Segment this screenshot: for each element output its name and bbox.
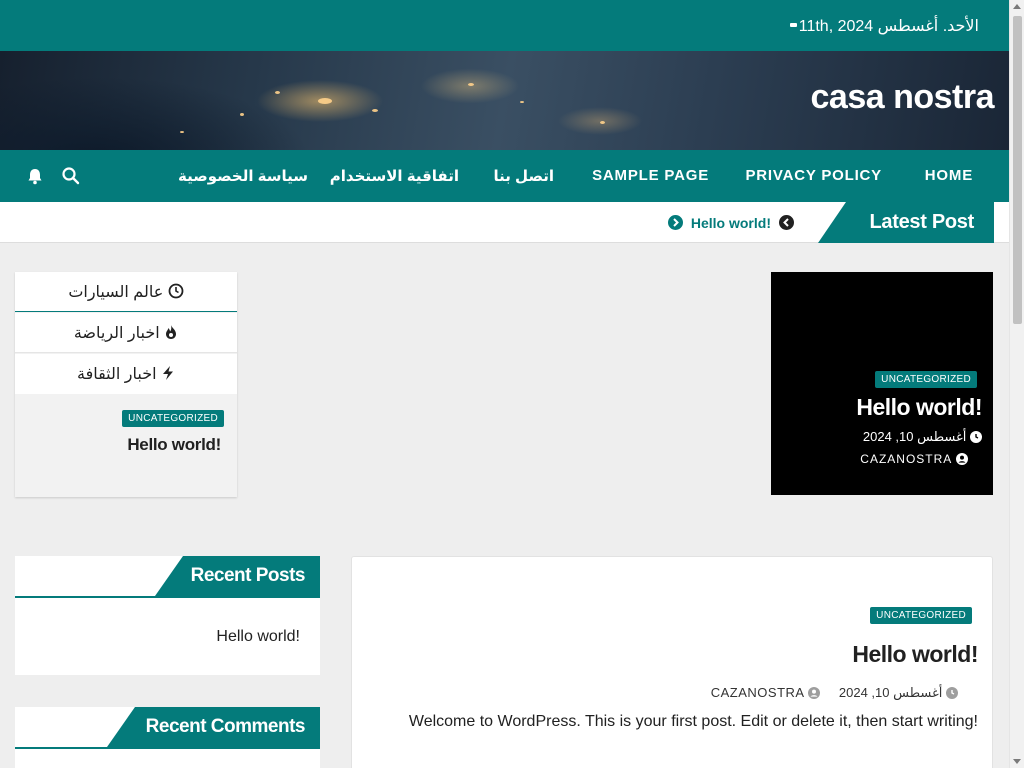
category-tabs: عالم السيارات اخبار الرياضة اخبار الثقاف… <box>15 272 237 497</box>
tab-post-title[interactable]: Hello world! <box>127 435 221 455</box>
featured-post[interactable]: UNCATEGORIZED Hello world! أغسطس 10, 202… <box>771 272 993 495</box>
fire-icon <box>164 324 178 340</box>
clock-icon <box>168 283 184 299</box>
ticker-item[interactable]: Hello world! <box>691 215 771 231</box>
post-card: UNCATEGORIZED Hello world! أغسطس 10, 202… <box>351 556 993 768</box>
post-excerpt: Welcome to WordPress. This is your first… <box>408 713 978 730</box>
user-icon <box>808 687 820 699</box>
nav-item-privacy[interactable]: سياسة الخصوصية <box>178 167 308 185</box>
scrollbar-thumb[interactable] <box>1013 16 1022 324</box>
current-date: الأحد. أغسطس 11th, 2024 <box>798 18 979 35</box>
banner-light-icon <box>180 131 184 133</box>
banner-light-icon <box>275 91 280 94</box>
search-icon[interactable] <box>61 166 81 186</box>
banner-light-icon <box>318 98 332 104</box>
top-bar: الأحد. أغسطس 11th, 2024 <box>0 0 1009 51</box>
widget-title: Recent Comments <box>107 707 320 747</box>
arrow-left-icon[interactable] <box>779 215 794 230</box>
tab-sports[interactable]: اخبار الرياضة <box>15 313 237 353</box>
recent-post-link[interactable]: Hello world! <box>216 628 300 646</box>
category-badge[interactable]: UNCATEGORIZED <box>870 607 972 624</box>
banner-light-icon <box>240 113 244 116</box>
widget-title: Recent Posts <box>155 556 320 596</box>
scroll-up-icon[interactable] <box>1013 4 1021 9</box>
site-title[interactable]: casa nostra <box>811 78 995 117</box>
page-scrollbar[interactable] <box>1009 0 1024 768</box>
latest-post-ticker: Latest Post Hello world! <box>0 202 1009 243</box>
banner-light-icon <box>600 121 605 124</box>
featured-post-title[interactable]: Hello world! <box>856 394 982 421</box>
clock-icon <box>946 687 958 699</box>
featured-post-author[interactable]: CAZANOSTRA <box>860 452 968 466</box>
tab-culture[interactable]: اخبار الثقافة <box>15 354 237 394</box>
recent-posts-widget: Recent Posts Hello world! <box>15 556 320 675</box>
arrow-right-icon[interactable] <box>668 215 683 230</box>
bell-icon[interactable] <box>25 166 45 186</box>
bolt-icon <box>161 365 175 381</box>
nav-item-home[interactable]: HOME <box>925 167 973 184</box>
latest-post-label: Latest Post <box>818 202 994 243</box>
header-banner: casa nostra <box>0 51 1009 150</box>
featured-post-date[interactable]: أغسطس 10, 2024 <box>863 429 982 445</box>
category-badge[interactable]: UNCATEGORIZED <box>122 410 224 427</box>
user-icon <box>956 453 968 465</box>
clock-icon <box>970 431 982 443</box>
nav-item-privacy-policy[interactable]: PRIVACY POLICY <box>745 167 882 184</box>
banner-light-icon <box>468 83 474 86</box>
category-badge[interactable]: UNCATEGORIZED <box>875 371 977 388</box>
recent-comments-widget: Recent Comments <box>15 707 320 768</box>
banner-light-icon <box>372 109 378 112</box>
post-date[interactable]: أغسطس 10, 2024 <box>839 685 958 701</box>
post-author[interactable]: CAZANOSTRA <box>711 685 820 700</box>
date-decoration-icon <box>790 23 797 27</box>
nav-item-sample-page[interactable]: SAMPLE PAGE <box>592 167 709 184</box>
main-navigation: HOME PRIVACY POLICY SAMPLE PAGE اتصل بنا… <box>0 150 1009 202</box>
nav-item-terms[interactable]: اتفاقية الاستخدام <box>330 167 459 185</box>
post-title[interactable]: Hello world! <box>852 641 978 668</box>
tab-cars[interactable]: عالم السيارات <box>15 272 237 312</box>
banner-light-icon <box>520 101 524 103</box>
nav-item-contact[interactable]: اتصل بنا <box>494 167 555 185</box>
scroll-down-icon[interactable] <box>1013 759 1021 764</box>
